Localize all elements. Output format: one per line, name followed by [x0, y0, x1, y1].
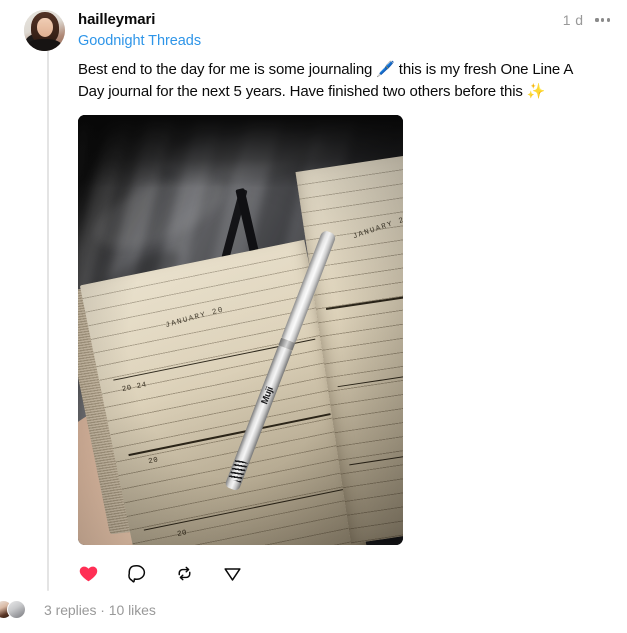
- header-right-controls: 1 d: [563, 9, 611, 28]
- replies-and-likes-count[interactable]: 3 replies · 10 likes: [44, 602, 156, 618]
- post-text: Best end to the day for me is some journ…: [78, 61, 573, 100]
- more-options-icon[interactable]: [594, 14, 611, 25]
- more-dot-3: [606, 18, 610, 22]
- more-dot-2: [601, 18, 605, 22]
- author-block: hailleymari Goodnight Threads: [78, 9, 563, 50]
- journal-year-line-3: 20: [176, 528, 188, 539]
- action-bar: [71, 558, 601, 589]
- post-header: hailleymari Goodnight Threads 1 d: [24, 9, 611, 57]
- thread-post: hailleymari Goodnight Threads 1 d Best e…: [0, 0, 627, 633]
- timestamp: 1 d: [562, 12, 584, 28]
- post-body: Best end to the day for me is some journ…: [78, 59, 611, 589]
- post-footer[interactable]: 3 replies · 10 likes: [0, 600, 611, 619]
- share-button[interactable]: [215, 558, 250, 589]
- subtitle-link[interactable]: Goodnight Threads: [78, 32, 563, 50]
- avatar[interactable]: [24, 10, 65, 51]
- like-button[interactable]: [71, 558, 106, 589]
- thread-connector-line: [47, 50, 49, 591]
- repost-button[interactable]: [167, 558, 202, 589]
- replier-avatar-2: [7, 600, 26, 619]
- username[interactable]: hailleymari: [78, 10, 563, 29]
- more-dot-1: [595, 18, 599, 22]
- avatar-body: [27, 38, 62, 51]
- journal-year-line-2: 20: [147, 456, 160, 467]
- comment-icon: [128, 565, 146, 583]
- avatar-face: [36, 18, 53, 38]
- repost-icon: [178, 566, 191, 581]
- heart-icon: [79, 566, 98, 582]
- replier-avatars: [0, 600, 34, 619]
- reply-button[interactable]: [119, 558, 154, 589]
- share-icon: [224, 568, 241, 581]
- post-image[interactable]: JANUARY 20 20 24 20 20 JANUARY 21 Muji: [78, 115, 403, 545]
